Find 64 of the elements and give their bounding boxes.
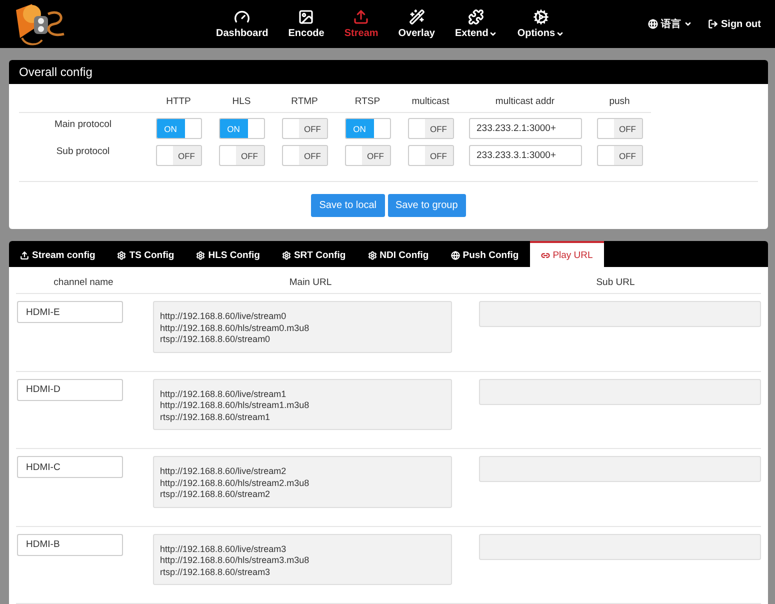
column-header: multicast [410,95,450,109]
address-field[interactable]: 233.233.2.1:3000+ [468,118,582,139]
channel-name-field[interactable]: HDMI-B [17,534,123,556]
column-header: RTSP [354,95,382,109]
column-header: Main URL [151,267,470,294]
nav-item[interactable]: Dashboard [206,0,278,48]
channel-name-field[interactable]: HDMI-C [17,456,123,478]
main-url-box: http://192.168.8.60/live/stream3 http://192.168.8.60/hls/stream3.m3u8 rtsp://192.168.8.60/stream3 [153,534,452,585]
column-header: multicast addr [494,95,556,109]
gauge-icon [234,9,250,25]
toggle-switch[interactable]: OFF [344,145,390,166]
panel-title: Overall config [9,60,768,84]
caret-icon [556,30,564,38]
nav-item[interactable]: Stream [334,0,388,48]
tab[interactable]: HLS Config [185,241,271,267]
main-url-box: http://192.168.8.60/live/stream2 http://192.168.8.60/hls/stream2.m3u8 rtsp://192.168.8.60/stream2 [153,456,452,508]
row-label: Main protocol [53,118,113,132]
tab[interactable]: TS Config [106,241,186,267]
upload-icon [353,9,370,25]
tab[interactable]: NDI Config [356,241,440,267]
toggle-switch[interactable]: OFF [218,145,264,166]
tab[interactable]: Stream config [9,241,106,267]
nav-item[interactable]: Extend [444,0,508,48]
caret-icon [684,20,692,28]
column-header: Sub URL [470,267,761,294]
main-url-box: http://192.168.8.60/live/stream1 http://192.168.8.60/hls/stream1.m3u8 rtsp://192.168.8.60/stream1 [153,378,452,430]
sign-out-link[interactable]: Sign out [708,18,761,30]
toggle-switch[interactable]: OFF [408,118,454,139]
gear-icon [196,250,206,260]
column-header: HTTP [165,95,192,109]
tab[interactable]: SRT Config [270,241,357,267]
upload-icon [20,250,29,260]
gear-icon [282,250,291,260]
globe-icon [450,250,460,260]
toggle-switch[interactable]: OFF [596,118,642,139]
tab[interactable]: Play URL [530,241,604,267]
nav-item[interactable]: Options [507,0,574,48]
toggle-switch[interactable]: OFF [156,145,202,166]
column-header: channel name [16,267,151,294]
channel-name-field[interactable]: HDMI-E [17,301,123,323]
column-header: push [608,95,631,109]
channel-name-field[interactable]: HDMI-D [17,378,123,400]
sign-out-icon [708,19,718,29]
toggle-switch[interactable]: OFF [408,145,454,166]
image-icon [298,9,314,25]
gear-icon [117,250,126,260]
gear-icon [368,250,377,260]
tab[interactable]: Push Config [440,241,530,267]
toggle-switch[interactable]: OFF [596,145,642,166]
nav-item[interactable]: Overlay [388,0,445,48]
main-url-box: http://192.168.8.60/live/stream0 http://192.168.8.60/hls/stream0.m3u8 rtsp://192.168.8.60/stream0 [153,301,452,352]
address-field[interactable]: 233.233.3.1:3000+ [468,145,582,166]
nav-item[interactable]: Encode [278,0,334,48]
column-header: RTMP [290,95,319,109]
language-menu[interactable]: 语言 [648,17,692,31]
puzzle-icon [468,9,484,25]
wand-icon [408,9,425,25]
column-header: HLS [231,95,252,109]
row-label: Sub protocol [55,145,111,159]
caret-icon [489,30,498,38]
link-icon [540,250,550,260]
toggle-switch[interactable]: OFF [282,145,328,166]
globe-icon [648,19,658,29]
toggle-switch[interactable]: OFF [282,118,328,139]
